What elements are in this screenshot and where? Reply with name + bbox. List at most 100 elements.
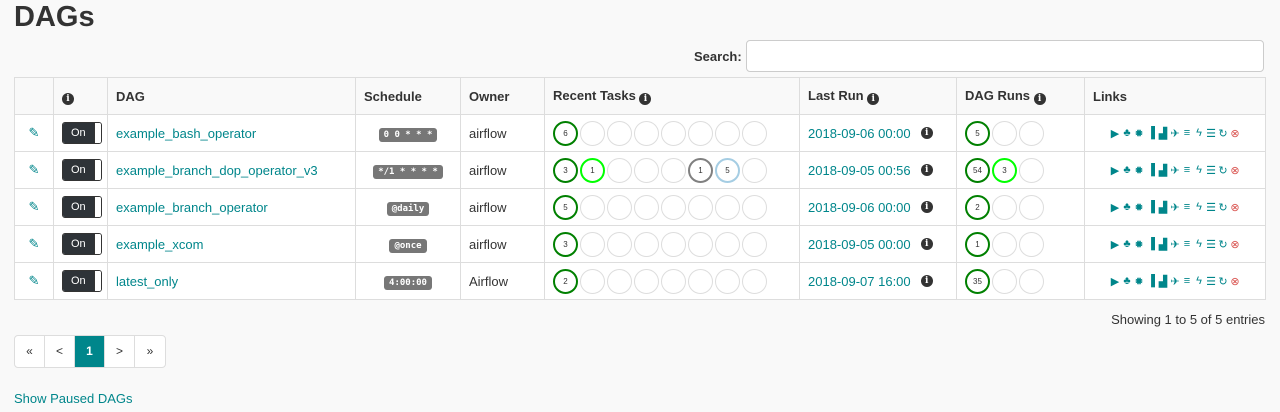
code-view-icon[interactable]: ϟ — [1194, 127, 1205, 139]
task-state-circle[interactable]: 5 — [553, 194, 578, 220]
task-state-circle[interactable]: 5 — [715, 157, 740, 183]
tree-view-icon[interactable]: ♣ — [1122, 238, 1133, 250]
edit-icon[interactable]: ✎ — [29, 199, 40, 214]
gantt-icon[interactable]: ≡ — [1182, 238, 1193, 250]
search-input[interactable] — [745, 40, 1264, 72]
dag-toggle[interactable]: On — [62, 196, 102, 218]
edit-icon[interactable]: ✎ — [29, 236, 40, 251]
delete-icon[interactable]: ⊗ — [1230, 238, 1241, 251]
task-duration-icon[interactable]: ▐ — [1146, 127, 1157, 139]
next-page-button[interactable]: > — [105, 336, 135, 367]
tree-view-icon[interactable]: ♣ — [1122, 201, 1133, 213]
logs-icon[interactable]: ☰ — [1206, 238, 1217, 251]
dag-link[interactable]: example_xcom — [116, 237, 203, 252]
task-duration-icon[interactable]: ▐ — [1146, 201, 1157, 213]
trigger-dag-icon[interactable]: ▶ — [1110, 238, 1121, 251]
last-run-link[interactable]: 2018-09-05 00:00 — [808, 237, 911, 252]
landing-times-icon[interactable]: ✈ — [1170, 275, 1181, 288]
refresh-icon[interactable]: ↻ — [1218, 201, 1229, 214]
delete-icon[interactable]: ⊗ — [1230, 201, 1241, 214]
dag-run-circle[interactable]: 3 — [992, 157, 1017, 183]
code-view-icon[interactable]: ϟ — [1194, 201, 1205, 213]
first-page-button[interactable]: « — [15, 336, 45, 367]
gantt-icon[interactable]: ≡ — [1182, 127, 1193, 139]
landing-times-icon[interactable]: ✈ — [1170, 238, 1181, 251]
dag-toggle[interactable]: On — [62, 270, 102, 292]
delete-icon[interactable]: ⊗ — [1230, 275, 1241, 288]
dag-link[interactable]: example_branch_operator — [116, 200, 268, 215]
dag-toggle[interactable]: On — [62, 233, 102, 255]
code-view-icon[interactable]: ϟ — [1194, 275, 1205, 287]
info-icon[interactable]: i — [1033, 92, 1046, 105]
task-state-circle[interactable]: 6 — [553, 120, 578, 146]
last-run-link[interactable]: 2018-09-06 00:00 — [808, 200, 911, 215]
landing-times-icon[interactable]: ✈ — [1170, 201, 1181, 214]
trigger-dag-icon[interactable]: ▶ — [1110, 164, 1121, 177]
task-tries-icon[interactable]: ▟ — [1158, 275, 1169, 288]
graph-view-icon[interactable]: ✹ — [1134, 201, 1145, 214]
delete-icon[interactable]: ⊗ — [1230, 164, 1241, 177]
info-icon[interactable]: i — [920, 127, 933, 139]
delete-icon[interactable]: ⊗ — [1230, 127, 1241, 140]
dag-link[interactable]: latest_only — [116, 274, 178, 289]
header-dag[interactable]: DAG — [107, 77, 356, 115]
refresh-icon[interactable]: ↻ — [1218, 238, 1229, 251]
refresh-icon[interactable]: ↻ — [1218, 164, 1229, 177]
last-run-link[interactable]: 2018-09-05 00:56 — [808, 163, 911, 178]
task-duration-icon[interactable]: ▐ — [1146, 238, 1157, 250]
show-paused-dags-link[interactable]: Show Paused DAGs — [14, 391, 133, 406]
dag-run-circle[interactable]: 5 — [965, 120, 990, 146]
tree-view-icon[interactable]: ♣ — [1122, 275, 1133, 287]
dag-run-circle[interactable]: 54 — [965, 157, 990, 183]
task-tries-icon[interactable]: ▟ — [1158, 164, 1169, 177]
logs-icon[interactable]: ☰ — [1206, 275, 1217, 288]
dag-run-circle[interactable]: 1 — [965, 231, 990, 257]
gantt-icon[interactable]: ≡ — [1182, 164, 1193, 176]
dag-run-circle[interactable]: 35 — [965, 268, 990, 294]
info-icon[interactable]: i — [639, 92, 652, 105]
last-run-link[interactable]: 2018-09-07 16:00 — [808, 274, 911, 289]
task-state-circle[interactable]: 3 — [553, 157, 578, 183]
tree-view-icon[interactable]: ♣ — [1122, 127, 1133, 139]
landing-times-icon[interactable]: ✈ — [1170, 164, 1181, 177]
logs-icon[interactable]: ☰ — [1206, 164, 1217, 177]
trigger-dag-icon[interactable]: ▶ — [1110, 127, 1121, 140]
dag-toggle[interactable]: On — [62, 159, 102, 181]
gantt-icon[interactable]: ≡ — [1182, 275, 1193, 287]
task-tries-icon[interactable]: ▟ — [1158, 127, 1169, 140]
graph-view-icon[interactable]: ✹ — [1134, 164, 1145, 177]
edit-icon[interactable]: ✎ — [29, 162, 40, 177]
logs-icon[interactable]: ☰ — [1206, 127, 1217, 140]
last-page-button[interactable]: » — [135, 336, 165, 367]
header-owner[interactable]: Owner — [460, 77, 545, 115]
header-schedule[interactable]: Schedule — [355, 77, 461, 115]
graph-view-icon[interactable]: ✹ — [1134, 275, 1145, 288]
task-state-circle[interactable]: 1 — [580, 157, 605, 183]
dag-run-circle[interactable]: 2 — [965, 194, 990, 220]
info-icon[interactable]: i — [920, 238, 933, 250]
info-icon[interactable]: i — [920, 201, 933, 213]
info-icon[interactable]: i — [920, 164, 933, 176]
code-view-icon[interactable]: ϟ — [1194, 164, 1205, 176]
graph-view-icon[interactable]: ✹ — [1134, 238, 1145, 251]
code-view-icon[interactable]: ϟ — [1194, 238, 1205, 250]
edit-icon[interactable]: ✎ — [29, 125, 40, 140]
refresh-icon[interactable]: ↻ — [1218, 275, 1229, 288]
info-icon[interactable]: i — [867, 92, 880, 105]
task-tries-icon[interactable]: ▟ — [1158, 201, 1169, 214]
edit-icon[interactable]: ✎ — [29, 273, 40, 288]
tree-view-icon[interactable]: ♣ — [1122, 164, 1133, 176]
task-duration-icon[interactable]: ▐ — [1146, 164, 1157, 176]
gantt-icon[interactable]: ≡ — [1182, 201, 1193, 213]
graph-view-icon[interactable]: ✹ — [1134, 127, 1145, 140]
task-tries-icon[interactable]: ▟ — [1158, 238, 1169, 251]
trigger-dag-icon[interactable]: ▶ — [1110, 275, 1121, 288]
task-state-circle[interactable]: 3 — [553, 231, 578, 257]
dag-toggle[interactable]: On — [62, 122, 102, 144]
last-run-link[interactable]: 2018-09-06 00:00 — [808, 126, 911, 141]
refresh-icon[interactable]: ↻ — [1218, 127, 1229, 140]
trigger-dag-icon[interactable]: ▶ — [1110, 201, 1121, 214]
task-duration-icon[interactable]: ▐ — [1146, 275, 1157, 287]
landing-times-icon[interactable]: ✈ — [1170, 127, 1181, 140]
dag-link[interactable]: example_branch_dop_operator_v3 — [116, 163, 318, 178]
